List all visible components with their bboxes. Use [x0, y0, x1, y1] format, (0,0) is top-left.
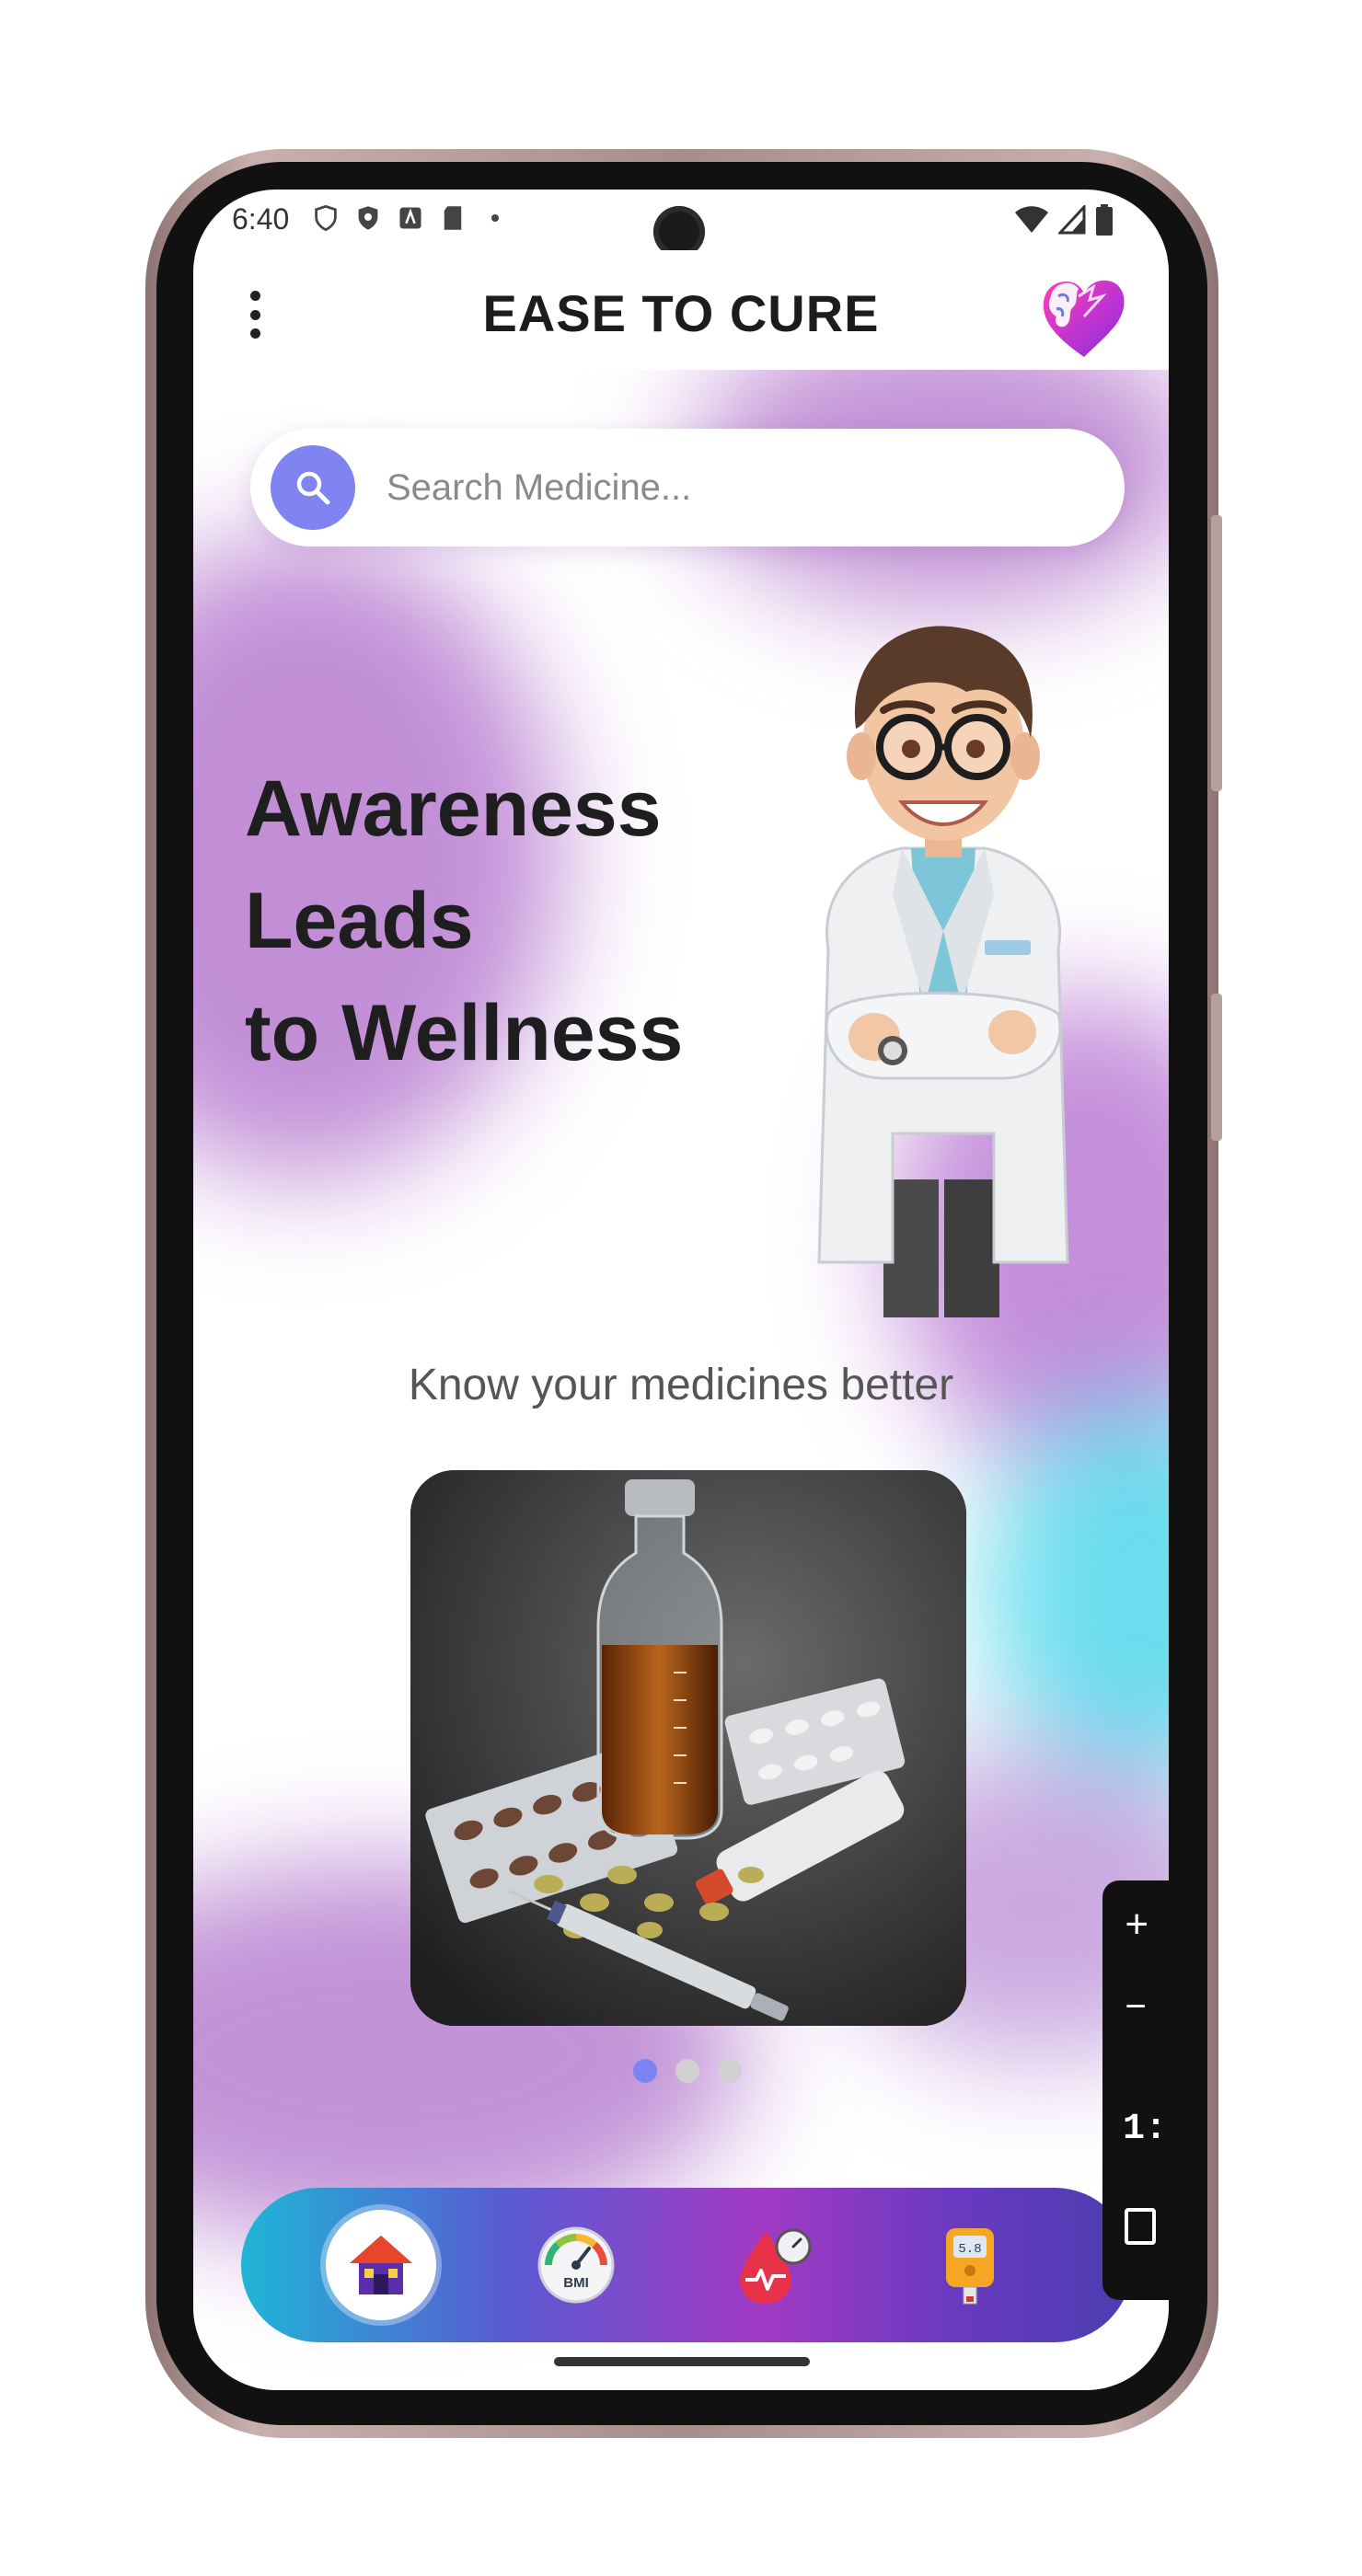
nav-home-button[interactable] — [326, 2210, 436, 2320]
blood-pressure-icon — [740, 2228, 812, 2304]
bg-blob — [985, 1400, 1169, 1787]
home-icon — [350, 2236, 412, 2294]
app-notification-icon — [399, 207, 421, 229]
floating-overlay-tab[interactable]: + − 1: — [1102, 1880, 1169, 2300]
power-button — [1211, 994, 1222, 1141]
hero-line-2: Leads — [245, 877, 474, 965]
battery-icon — [1096, 204, 1113, 236]
home-content: Awareness Leads to Wellness — [193, 370, 1169, 2390]
section-subtitle: Know your medicines better — [408, 1361, 954, 1409]
doctor-illustration — [817, 626, 1069, 1317]
phone-screen: 6:40 EASE TO CURE Search Medicine... Awa… — [193, 190, 1169, 2390]
search-icon — [296, 471, 330, 505]
system-icons — [1014, 204, 1114, 236]
cellular-signal-icon — [1058, 205, 1086, 235]
carousel-card[interactable] — [410, 1470, 966, 2026]
overlay-window-icon — [1125, 2208, 1156, 2245]
notification-icons — [313, 204, 508, 232]
nav-bmi-button[interactable]: BMI — [521, 2210, 631, 2320]
carousel-dot[interactable] — [633, 2059, 657, 2083]
app-bar: EASE TO CURE — [193, 250, 1169, 370]
overlay-minus-icon: − — [1125, 1989, 1148, 2030]
overlay-text: 1: — [1123, 2109, 1168, 2150]
medicines-photo — [410, 1470, 966, 2026]
home-gesture-bar[interactable] — [554, 2357, 810, 2366]
shield-outline-icon — [315, 204, 337, 232]
carousel-indicator — [633, 2059, 742, 2083]
bmi-label: BMI — [563, 2275, 589, 2291]
brain-heart-logo-icon[interactable] — [1036, 269, 1132, 364]
glucometer-icon: 5.8 — [946, 2228, 994, 2305]
carousel-dot[interactable] — [718, 2059, 742, 2083]
bottom-navigation: BMI 5.8 — [241, 2188, 1132, 2342]
search-bar — [250, 429, 1125, 546]
volume-button — [1211, 515, 1222, 791]
overlay-plus-icon: + — [1125, 1904, 1149, 1950]
search-button[interactable] — [271, 445, 355, 530]
search-input[interactable] — [387, 456, 1086, 519]
sd-card-icon — [444, 206, 462, 230]
hero-line-1: Awareness — [245, 765, 662, 853]
status-time: 6:40 — [232, 202, 290, 236]
hero-headline: Awareness Leads to Wellness — [245, 753, 760, 1089]
carousel-dot[interactable] — [675, 2059, 699, 2083]
more-dot-icon — [491, 213, 500, 223]
app-title: EASE TO CURE — [482, 284, 880, 342]
nav-glucose-button[interactable]: 5.8 — [915, 2210, 1025, 2320]
nav-blood-pressure-button[interactable] — [720, 2210, 830, 2320]
status-bar: 6:40 — [193, 190, 1169, 258]
shield-filled-icon — [358, 206, 378, 230]
bmi-gauge-icon: BMI — [537, 2226, 615, 2304]
glucometer-reading: 5.8 — [958, 2242, 981, 2257]
wifi-icon — [1015, 206, 1048, 233]
hero-line-3: to Wellness — [245, 989, 684, 1077]
